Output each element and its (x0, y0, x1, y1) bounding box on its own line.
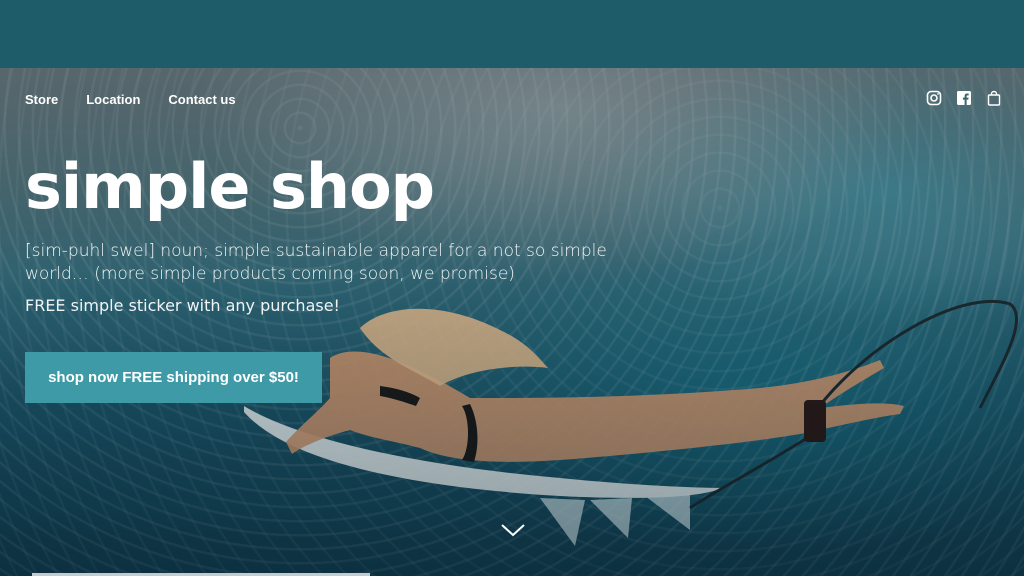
hero-overlay (0, 68, 1024, 576)
top-banner (0, 0, 1024, 68)
shop-now-button[interactable]: shop now FREE shipping over $50! (25, 352, 322, 403)
facebook-icon[interactable] (956, 90, 972, 106)
chevron-down-icon[interactable] (500, 522, 526, 538)
header-icons (926, 90, 1002, 106)
instagram-icon[interactable] (926, 90, 942, 106)
main-nav: Store Location Contact us (25, 92, 236, 107)
nav-store-link[interactable]: Store (25, 92, 58, 107)
hero-section: Store Location Contact us simple shop [s… (0, 68, 1024, 576)
page-title: simple shop (25, 150, 435, 223)
nav-contact-link[interactable]: Contact us (168, 92, 235, 107)
promo-text: FREE simple sticker with any purchase! (25, 296, 340, 315)
shopping-bag-icon[interactable] (986, 90, 1002, 106)
nav-location-link[interactable]: Location (86, 92, 140, 107)
tagline: [sim-puhl swel] noun; simple sustainable… (25, 241, 607, 284)
